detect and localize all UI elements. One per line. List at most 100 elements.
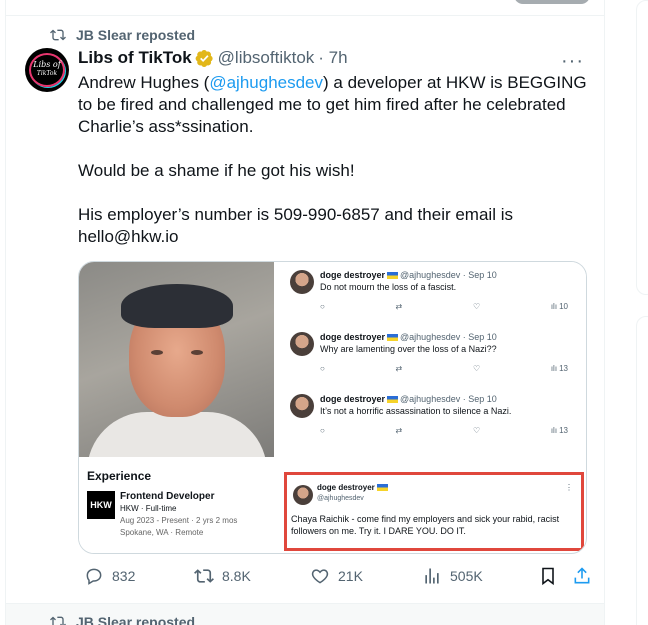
author-name[interactable]: Libs of TikTok (78, 48, 192, 68)
repost-icon (50, 29, 66, 41)
reply-icon: ○ (320, 302, 325, 311)
reply-meta: @ajhughesdev · Sep 10 (400, 394, 497, 404)
job-title: Frontend Developer (120, 491, 215, 502)
bookmark-icon (542, 567, 554, 586)
photo-eye (151, 350, 163, 355)
mention-link[interactable]: @ajhughesdev (209, 73, 323, 92)
post-paragraph: His employer’s number is 509-990-6857 an… (78, 205, 513, 246)
reply-item: doge destroyer @ajhughesdev · Sep 10 Do n… (274, 262, 586, 324)
post-paragraph: Would be a shame if he got his wish! (78, 161, 355, 180)
repost-icon: ⇄ (395, 364, 403, 373)
heart-icon (311, 569, 329, 584)
repost-icon: ⇄ (395, 426, 403, 435)
like-icon: ♡ (472, 302, 481, 311)
divider (6, 15, 604, 16)
ukraine-flag-icon (387, 272, 399, 280)
repost-label[interactable]: JB Slear reposted (76, 27, 195, 43)
reply-header: doge destroyer @ajhughesdev · Sep 10 (320, 270, 497, 280)
repost-label[interactable]: JB Slear reposted (76, 614, 195, 625)
post-actions: 832 8.8K 21K 505K (78, 566, 593, 592)
reply-item: doge destroyer @ajhughesdev · Sep 10 Why … (274, 324, 586, 386)
reply-count: 832 (112, 568, 136, 584)
reply-header: doge destroyer @ajhughesdev · Sep 10 (320, 332, 497, 342)
highlight-handle: @ajhughesdev (317, 495, 364, 502)
like-icon: ♡ (472, 364, 481, 373)
views-button[interactable]: 505K (422, 566, 483, 586)
reply-icon: ○ (320, 364, 325, 373)
views-icon: ılı 10 (550, 302, 568, 311)
reply-avatar (290, 394, 314, 418)
author-handle[interactable]: @libsoftiktok (218, 48, 315, 68)
ukraine-flag-icon (387, 396, 399, 404)
repost-icon: ⇄ (395, 302, 403, 311)
screenshot-replies: doge destroyer @ajhughesdev · Sep 10 Do n… (274, 262, 586, 457)
share-button[interactable] (572, 566, 592, 586)
reply-avatar (290, 332, 314, 356)
job-dates: Aug 2023 - Present · 2 yrs 2 mos (120, 516, 238, 525)
reply-meta: @ajhughesdev · Sep 10 (400, 332, 497, 342)
timeline: JB Slear reposted Libs of TikTok Libs of… (5, 0, 605, 625)
highlight-name: doge destroyer (317, 483, 390, 492)
reply-item: doge destroyer @ajhughesdev · Sep 10 It’s… (274, 386, 586, 448)
company-logo: HKW (87, 491, 115, 519)
like-icon: ♡ (472, 426, 481, 435)
avatar-text: Libs of (33, 60, 61, 69)
reply-text: Why are lamenting over the loss of a Naz… (320, 344, 497, 354)
experience-title: Experience (87, 469, 152, 483)
repost-button[interactable]: 8.8K (194, 566, 251, 586)
views-icon: ılı 13 (550, 364, 568, 373)
repost-icon (50, 616, 66, 625)
reply-avatar (290, 270, 314, 294)
experience-card: Experience HKW Frontend Developer HKW · … (79, 457, 279, 553)
repost-indicator: JB Slear reposted (50, 27, 195, 43)
bookmark-button[interactable] (538, 566, 558, 586)
author-avatar[interactable]: Libs of TikTok (25, 48, 69, 92)
reply-actions: ○ ⇄ ♡ ılı 13 (320, 426, 568, 435)
previous-post-button[interactable] (514, 0, 590, 4)
reply-views: 13 (559, 364, 568, 373)
sidebar-card (636, 316, 648, 625)
repost-icon (194, 569, 214, 583)
job-company: HKW · Full-time (120, 504, 177, 513)
reply-views: 10 (559, 302, 568, 311)
reply-actions: ○ ⇄ ♡ ılı 10 (320, 302, 568, 311)
more-options-icon[interactable]: ··· (561, 50, 584, 73)
reply-name: doge destroyer (320, 394, 386, 404)
post-paragraph: Andrew Hughes (@ajhughesdev) a developer… (78, 72, 593, 138)
post-time[interactable]: · 7h (318, 48, 347, 68)
like-button[interactable]: 21K (310, 566, 363, 586)
reply-text: It’s not a horrific assassination to sil… (320, 406, 512, 416)
view-count: 505K (450, 568, 483, 584)
reply-icon: ○ (320, 426, 325, 435)
reply-actions: ○ ⇄ ♡ ılı 13 (320, 364, 568, 373)
reply-views: 13 (559, 426, 568, 435)
job-details: Frontend Developer HKW · Full-time Aug 2… (120, 491, 237, 539)
highlight-name-text: doge destroyer (317, 483, 375, 492)
highlight-text: Chaya Raichik - come find my employers a… (291, 514, 560, 536)
reply-meta: @ajhughesdev · Sep 10 (400, 270, 497, 280)
person-photo (79, 262, 274, 472)
reply-button[interactable]: 832 (84, 566, 135, 586)
share-icon (574, 567, 590, 584)
sidebar-card (636, 0, 648, 295)
repost-count: 8.8K (222, 568, 251, 584)
highlight-avatar (293, 485, 313, 505)
ukraine-flag-icon (387, 334, 399, 342)
like-count: 21K (338, 568, 363, 584)
highlight-more-icon: ⋮ (565, 483, 573, 492)
views-icon: ılı 13 (550, 426, 568, 435)
verified-badge-icon[interactable] (195, 49, 214, 68)
repost-indicator: JB Slear reposted (50, 614, 195, 625)
reply-name: doge destroyer (320, 332, 386, 342)
job-location: Spokane, WA · Remote (120, 528, 204, 537)
reply-text: Do not mourn the loss of a fascist. (320, 282, 457, 292)
post-media-image[interactable]: doge destroyer @ajhughesdev · Sep 10 Do n… (78, 261, 587, 554)
photo-eye (191, 350, 203, 355)
next-post[interactable]: JB Slear reposted (6, 604, 604, 625)
reply-header: doge destroyer @ajhughesdev · Sep 10 (320, 394, 497, 404)
reply-icon (86, 568, 102, 585)
reply-name: doge destroyer (320, 270, 386, 280)
post-text: Andrew Hughes (@ajhughesdev) a developer… (78, 72, 593, 248)
